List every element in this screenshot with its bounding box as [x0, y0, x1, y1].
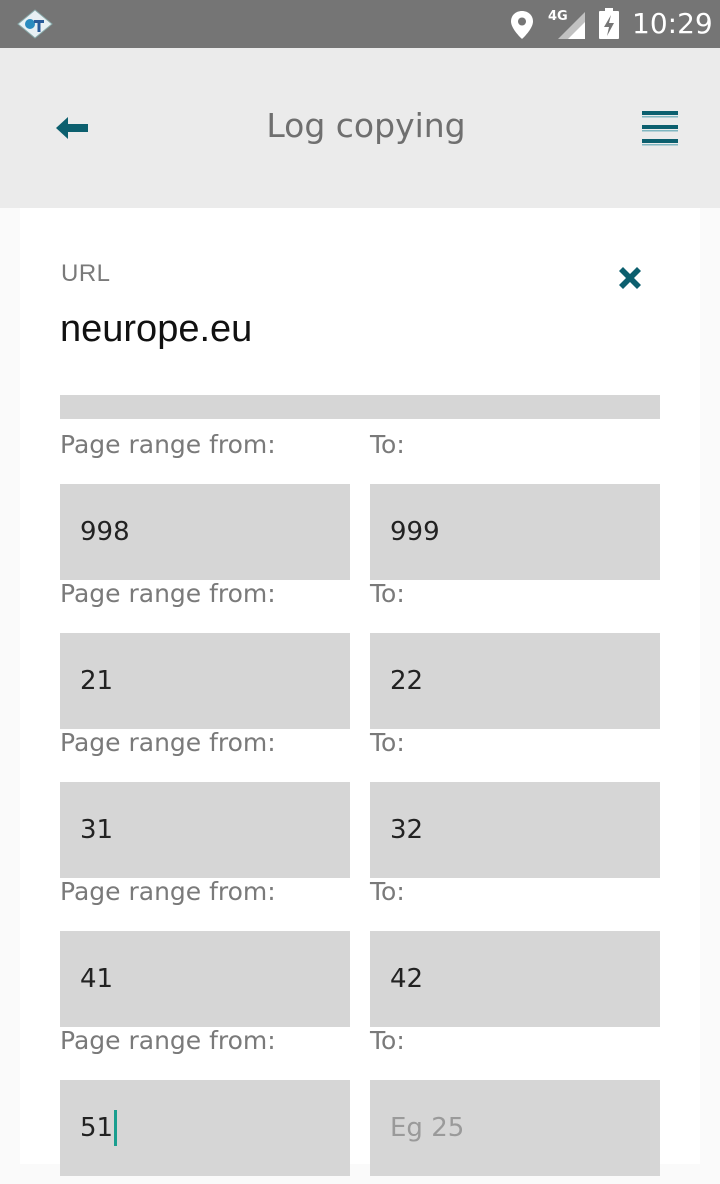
- page-range-row: Page range from: To: 51 Eg 25: [60, 1026, 660, 1176]
- page-range-row: Page range from: To: 31 32: [60, 728, 660, 878]
- network-type-label: 4G: [548, 9, 568, 24]
- hamburger-menu-icon[interactable]: [640, 108, 680, 148]
- page-range-row: Page range from: To: 998 999: [60, 430, 660, 580]
- page-range-to-input[interactable]: 999: [370, 484, 660, 580]
- battery-charging-icon: [599, 8, 619, 39]
- app-icon: [17, 9, 53, 39]
- from-value: 51: [80, 1113, 114, 1143]
- page-range-row: Page range from: To: 41 42: [60, 877, 660, 1027]
- page-range-to-label: To:: [370, 1026, 405, 1055]
- from-value: 21: [80, 666, 114, 696]
- page-range-to-input[interactable]: 32: [370, 782, 660, 878]
- page-range-to-label: To:: [370, 728, 405, 757]
- location-icon: [511, 11, 533, 39]
- page-title: Log copying: [266, 106, 466, 145]
- to-value: 22: [390, 666, 424, 696]
- to-value: 32: [390, 815, 424, 845]
- page-range-to-label: To:: [370, 579, 405, 608]
- to-value: 42: [390, 964, 424, 994]
- url-value: neurope.eu: [60, 308, 253, 350]
- to-placeholder: Eg 25: [390, 1113, 465, 1143]
- page-range-from-label: Page range from:: [60, 1026, 276, 1055]
- page-range-from-input[interactable]: 998: [60, 484, 350, 580]
- to-value: 999: [390, 517, 440, 547]
- page-range-from-label: Page range from:: [60, 579, 276, 608]
- page-range-from-input[interactable]: 51: [60, 1080, 350, 1176]
- text-cursor: [114, 1110, 118, 1146]
- page-range-from-label: Page range from:: [60, 877, 276, 906]
- page-range-to-label: To:: [370, 877, 405, 906]
- page-range-from-label: Page range from:: [60, 728, 276, 757]
- url-label: URL: [61, 260, 111, 287]
- page-range-to-input[interactable]: 22: [370, 633, 660, 729]
- signal-icon: 4G: [548, 9, 585, 39]
- from-value: 31: [80, 815, 114, 845]
- from-value: 41: [80, 964, 114, 994]
- from-value: 998: [80, 517, 130, 547]
- close-icon[interactable]: [616, 264, 644, 292]
- page-range-from-label: Page range from:: [60, 430, 276, 459]
- page-range-to-input[interactable]: Eg 25: [370, 1080, 660, 1176]
- page-range-from-input[interactable]: 21: [60, 633, 350, 729]
- status-bar: 4G 10:29: [0, 0, 720, 48]
- section-divider: [60, 395, 660, 419]
- status-time: 10:29: [632, 7, 713, 40]
- page-range-from-input[interactable]: 41: [60, 931, 350, 1027]
- page-range-row: Page range from: To: 21 22: [60, 579, 660, 729]
- page-range-to-input[interactable]: 42: [370, 931, 660, 1027]
- log-copying-card: URL neurope.eu Page range from: To: 998 …: [20, 208, 700, 1176]
- app-bar: Log copying: [0, 48, 720, 208]
- page-range-to-label: To:: [370, 430, 405, 459]
- page-range-from-input[interactable]: 31: [60, 782, 350, 878]
